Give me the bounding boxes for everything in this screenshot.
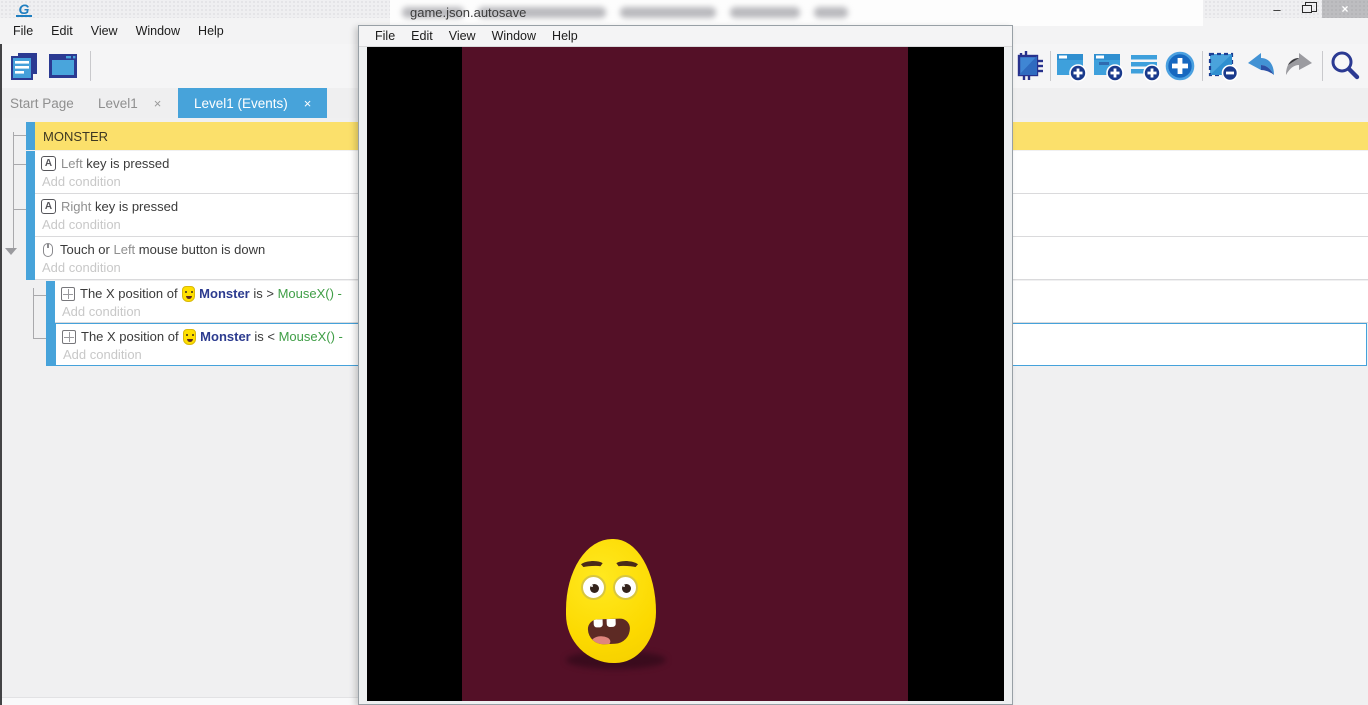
- tab-level1-events[interactable]: Level1 (Events) ×: [178, 88, 327, 118]
- preview-menu-bar: File Edit View Window Help: [359, 26, 1012, 47]
- search-icon[interactable]: [1328, 49, 1362, 83]
- window-left-border: [0, 44, 2, 705]
- event-drag-handle[interactable]: [47, 324, 56, 365]
- tree-guide-line: [13, 132, 14, 250]
- close-tab-icon[interactable]: ×: [304, 96, 312, 111]
- event-drag-handle[interactable]: [46, 281, 55, 323]
- tree-guide-line: [33, 338, 46, 339]
- monster-thumbnail-icon: [183, 329, 196, 345]
- game-preview-window[interactable]: File Edit View Window Help: [358, 25, 1013, 705]
- keyboard-icon: A: [41, 199, 56, 214]
- menu-edit[interactable]: Edit: [42, 24, 82, 38]
- toolbar-separator: [1202, 51, 1203, 81]
- menu-view[interactable]: View: [82, 24, 127, 38]
- keyboard-icon: A: [41, 156, 56, 171]
- menu-window[interactable]: Window: [127, 24, 189, 38]
- preview-menu-view[interactable]: View: [441, 29, 484, 43]
- tree-guide-line: [13, 135, 26, 136]
- scene-window-icon[interactable]: [46, 49, 80, 83]
- monster-thumbnail-icon: [182, 286, 195, 302]
- minimize-button[interactable]: –: [1262, 0, 1292, 18]
- undo-icon[interactable]: [1244, 49, 1278, 83]
- preview-menu-help[interactable]: Help: [544, 29, 586, 43]
- monster-sprite: [564, 539, 660, 671]
- menu-file[interactable]: File: [4, 24, 42, 38]
- event-drag-handle[interactable]: [26, 237, 35, 280]
- game-canvas[interactable]: [367, 47, 1004, 701]
- redo-icon[interactable]: [1282, 49, 1316, 83]
- tree-guide-line: [13, 209, 26, 210]
- menu-help[interactable]: Help: [189, 24, 233, 38]
- close-button[interactable]: ×: [1322, 0, 1368, 18]
- add-event-icon[interactable]: [1055, 49, 1089, 83]
- window-title: game.json.autosave: [410, 5, 526, 20]
- preview-menu-edit[interactable]: Edit: [403, 29, 441, 43]
- monster-body: [566, 539, 656, 663]
- position-icon: [62, 330, 76, 344]
- position-icon: [61, 287, 75, 301]
- collapse-arrow-icon[interactable]: [5, 248, 17, 255]
- tree-guide-line: [33, 295, 46, 296]
- event-drag-handle[interactable]: [26, 151, 35, 194]
- mouse-icon: [43, 243, 53, 257]
- delete-selection-icon[interactable]: [1206, 49, 1240, 83]
- toolbar-separator: [1050, 51, 1051, 81]
- preview-menu-file[interactable]: File: [367, 29, 403, 43]
- tab-start-page[interactable]: Start Page: [10, 88, 74, 118]
- tree-guide-line: [13, 164, 26, 165]
- toolbar-separator: [1322, 51, 1323, 81]
- toolbar-separator: [90, 51, 91, 81]
- gdevelop-logo-icon: G: [16, 1, 32, 17]
- event-drag-handle[interactable]: [26, 194, 35, 237]
- add-sub-event-icon[interactable]: [1092, 49, 1126, 83]
- maximize-restore-button[interactable]: [1292, 0, 1322, 18]
- close-tab-icon[interactable]: ×: [154, 96, 162, 111]
- preview-menu-window[interactable]: Window: [484, 29, 544, 43]
- restore-icon: [1302, 5, 1312, 13]
- tab-level1[interactable]: Level1 ×: [98, 88, 161, 118]
- event-drag-handle[interactable]: [26, 122, 35, 150]
- horizontal-scrollbar[interactable]: [2, 697, 358, 705]
- project-manager-icon[interactable]: [8, 49, 42, 83]
- add-other-event-icon[interactable]: [1163, 49, 1197, 83]
- add-comment-icon[interactable]: [1129, 49, 1163, 83]
- game-stage-background: [462, 47, 908, 701]
- debugger-icon[interactable]: [1013, 49, 1047, 83]
